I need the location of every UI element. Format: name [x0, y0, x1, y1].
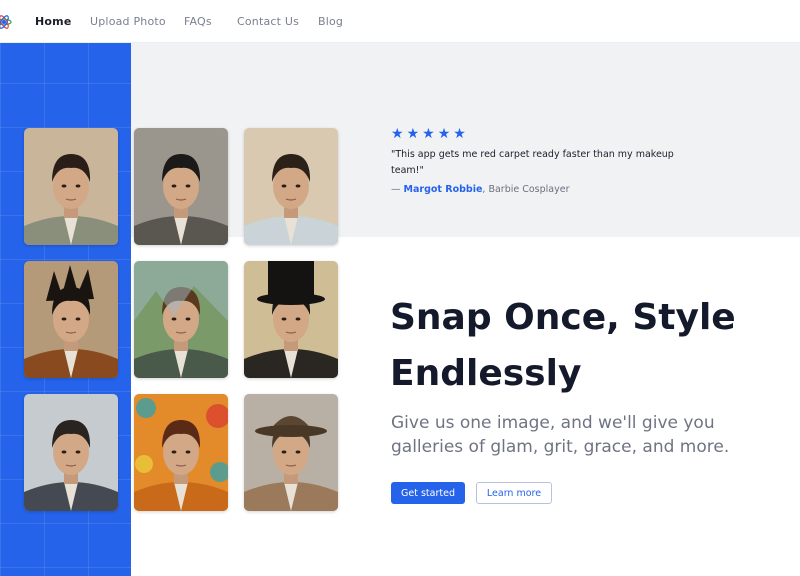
rating-stars: ★ ★ ★ ★ ★	[391, 127, 466, 141]
portrait-photo-black-and-white[interactable]	[134, 128, 228, 245]
learn-more-button[interactable]: Learn more	[476, 482, 552, 504]
top-navigation: Home Upload Photo FAQs Contact Us Blog	[0, 0, 800, 43]
star-icon: ★	[422, 126, 435, 142]
star-icon: ★	[406, 126, 420, 142]
testimonial-role: , Barbie Cosplayer	[482, 184, 570, 195]
star-icon: ★	[453, 126, 466, 142]
star-icon: ★	[391, 126, 404, 142]
portrait-photo-studio-portrait[interactable]	[24, 128, 118, 245]
portrait-photo-business-suit[interactable]	[24, 394, 118, 511]
portrait-photo-selfie-cafe[interactable]	[244, 128, 338, 245]
hero-subheadline: Give us one image, and we'll give you ga…	[391, 413, 730, 457]
portrait-photo-pop-art[interactable]	[134, 394, 228, 511]
testimonial-author: Margot Robbie	[403, 184, 483, 195]
star-icon: ★	[437, 126, 451, 142]
portrait-photo-spiky-punk[interactable]	[24, 261, 118, 378]
portrait-photo-fedora-street[interactable]	[244, 394, 338, 511]
hero-headline: Snap Once, Style Endlessly	[390, 297, 736, 394]
logo-icon[interactable]	[0, 14, 12, 30]
attribution-dash: —	[391, 184, 404, 195]
nav-home[interactable]: Home	[35, 15, 72, 28]
testimonial-attribution: — Margot Robbie, Barbie Cosplayer	[391, 184, 569, 195]
nav-faqs[interactable]: FAQs	[184, 15, 212, 28]
portrait-photo-top-hat-victorian[interactable]	[244, 261, 338, 378]
nav-upload-photo[interactable]: Upload Photo	[90, 15, 166, 28]
get-started-button[interactable]: Get started	[391, 482, 465, 504]
nav-contact-us[interactable]: Contact Us	[237, 15, 299, 28]
testimonial-quote: "This app gets me red carpet ready faste…	[391, 149, 674, 176]
nav-blog[interactable]: Blog	[318, 15, 343, 28]
portrait-photo-mountain-adventure[interactable]	[134, 261, 228, 378]
